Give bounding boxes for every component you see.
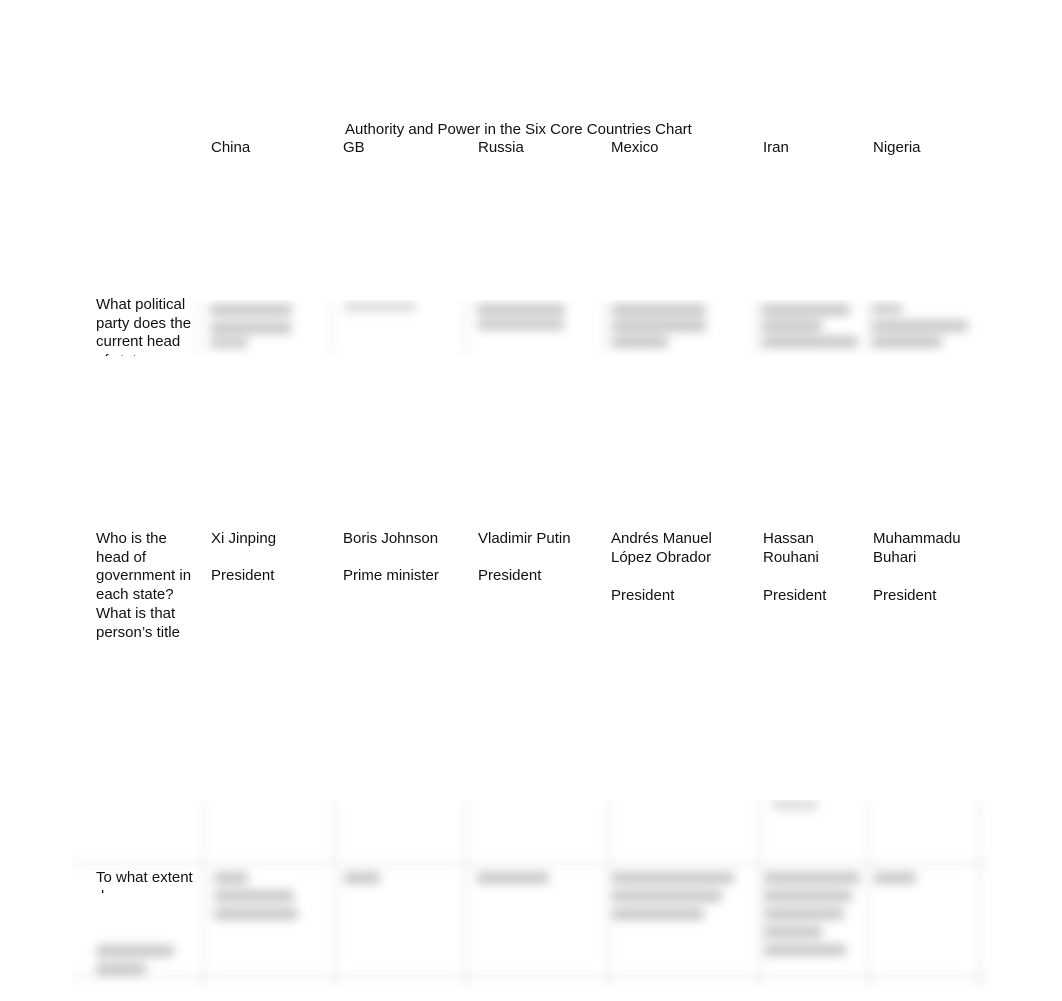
row-question-extent: To what extent does [96,869,193,893]
answer-china: Xi Jinping President [211,530,331,585]
column-header-iran: Iran [763,139,789,156]
answer-name: Muhammadu Buhari [873,530,961,566]
row-question-party: What political party does the current he… [96,296,192,356]
answer-name: Hassan Rouhani [763,530,819,566]
column-header-russia: Russia [478,139,524,156]
answer-name: Andrés Manuel López Obrador [611,530,712,566]
answer-title: President [211,566,275,584]
blurred-row-party [72,300,990,356]
answer-title: President [763,587,827,605]
answer-name: Vladimir Putin [478,530,571,547]
answer-title: President [478,566,542,584]
answer-title: President [873,587,937,605]
document-title: Authority and Power in the Six Core Coun… [345,121,692,138]
blurred-row-extent [72,800,990,990]
answer-name: Xi Jinping [211,530,277,547]
answer-mexico: Andrés Manuel López Obrador President [611,530,731,606]
column-header-mexico: Mexico [611,139,659,156]
answer-gb: Boris Johnson Prime minister [343,530,473,585]
row-question-head-of-government: Who is the head of government in each st… [96,530,192,641]
answer-nigeria: Muhammadu Buhari President [873,530,963,606]
answer-iran: Hassan Rouhani President [763,530,843,606]
answer-title: President [611,587,675,605]
column-header-nigeria: Nigeria [873,139,921,156]
answer-name: Boris Johnson [343,530,439,547]
column-header-china: China [211,139,251,156]
column-header-gb: GB [343,139,365,156]
answer-title: Prime minister [343,566,439,584]
answer-russia: Vladimir Putin President [478,530,608,585]
